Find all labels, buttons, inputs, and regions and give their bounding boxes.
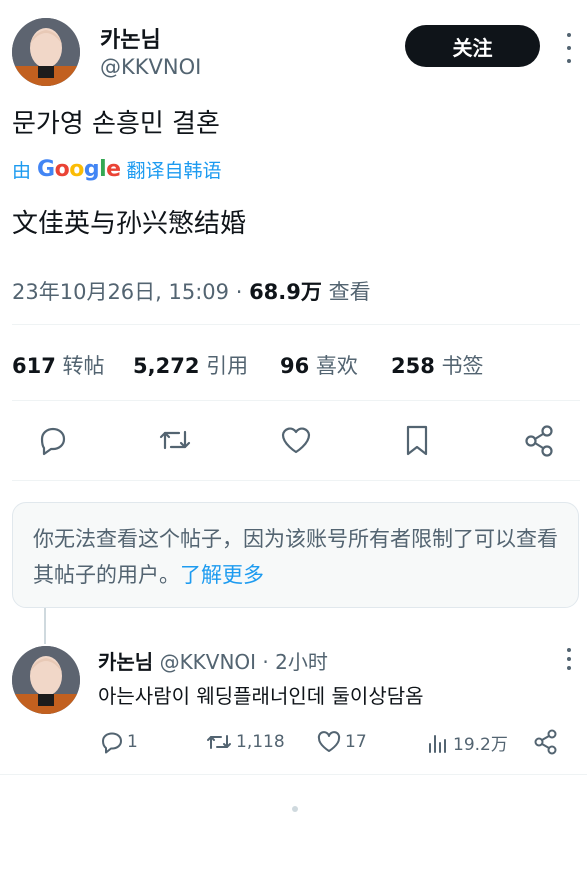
divider xyxy=(12,480,580,481)
share-icon[interactable] xyxy=(522,424,556,458)
divider xyxy=(12,400,580,401)
retweet-icon[interactable] xyxy=(157,424,193,456)
share-icon[interactable] xyxy=(532,728,560,756)
tweet-meta: 23年10月26日, 15:09 · 68.9万 查看 xyxy=(12,276,371,306)
views-count: 19.2万 xyxy=(453,735,508,755)
retweet-icon xyxy=(207,735,231,749)
author-name[interactable]: 카논님 xyxy=(100,22,161,54)
reply-action-views[interactable]: 19.2万 xyxy=(426,730,508,755)
author-avatar[interactable] xyxy=(12,18,80,86)
tweet-timestamp[interactable]: 23年10月26日, 15:09 · xyxy=(12,280,249,304)
reply-author-name[interactable]: 카논님 xyxy=(98,650,153,674)
bookmark-icon[interactable] xyxy=(402,424,432,456)
reply-count: 1 xyxy=(127,732,138,752)
stat-label: 转帖 xyxy=(62,354,105,378)
like-count: 17 xyxy=(345,732,367,752)
stat-reposts[interactable]: 617 转帖 xyxy=(12,350,105,380)
translation-attribution[interactable]: 由 Google 翻译自韩语 xyxy=(12,156,222,183)
reply-icon[interactable] xyxy=(36,424,68,456)
reply-action-likes[interactable]: 17 xyxy=(316,730,367,754)
reply-icon xyxy=(102,732,122,754)
reply-text: 아는사람이 웨딩플래너인데 둘이상담옴 xyxy=(98,684,424,708)
reply-header: 카논님 @KKVNOI · 2小时 xyxy=(98,646,328,675)
views-label: 查看 xyxy=(321,280,371,304)
reply-avatar[interactable] xyxy=(12,646,80,714)
views-icon xyxy=(429,734,446,753)
author-handle[interactable]: @KKVNOI xyxy=(100,55,201,79)
stat-likes[interactable]: 96 喜欢 xyxy=(280,350,358,380)
stat-label: 引用 xyxy=(206,354,249,378)
stat-count: 5,272 xyxy=(133,354,200,378)
divider xyxy=(12,324,580,325)
stat-count: 96 xyxy=(280,354,310,378)
learn-more-link[interactable]: 了解更多 xyxy=(180,563,264,587)
tweet-text: 문가영 손흥민 결혼 xyxy=(12,109,220,139)
google-logo: Google xyxy=(37,157,121,182)
translate-prefix: 由 xyxy=(12,160,32,182)
divider xyxy=(0,774,587,775)
views-count: 68.9万 xyxy=(249,280,322,304)
stat-count: 258 xyxy=(391,354,435,378)
more-options-icon[interactable] xyxy=(562,33,576,63)
translated-text: 文佳英与孙兴慜结婚 xyxy=(12,209,247,239)
loading-indicator xyxy=(292,806,298,812)
follow-button[interactable]: 关注 xyxy=(405,25,540,67)
reply-action-replies[interactable]: 1 xyxy=(100,730,138,754)
translate-suffix: 翻译自韩语 xyxy=(126,160,222,182)
heart-icon xyxy=(317,731,341,752)
stat-quotes[interactable]: 5,272 引用 xyxy=(133,350,248,380)
stat-count: 617 xyxy=(12,354,56,378)
restricted-notice: 你无法查看这个帖子，因为该账号所有者限制了可以查看其帖子的用户。了解更多 xyxy=(12,502,579,608)
retweet-count: 1,118 xyxy=(236,732,285,752)
reply-action-retweets[interactable]: 1,118 xyxy=(205,730,285,754)
stat-bookmarks[interactable]: 258 书签 xyxy=(391,350,484,380)
thread-line xyxy=(44,608,46,644)
stat-label: 喜欢 xyxy=(315,354,358,378)
action-bar xyxy=(0,420,587,460)
stat-label: 书签 xyxy=(441,354,484,378)
notice-text: 你无法查看这个帖子，因为该账号所有者限制了可以查看其帖子的用户。 xyxy=(33,527,558,587)
heart-icon[interactable] xyxy=(279,424,313,456)
reply-meta[interactable]: @KKVNOI · 2小时 xyxy=(160,650,328,674)
reply-more-options-icon[interactable] xyxy=(562,648,576,670)
